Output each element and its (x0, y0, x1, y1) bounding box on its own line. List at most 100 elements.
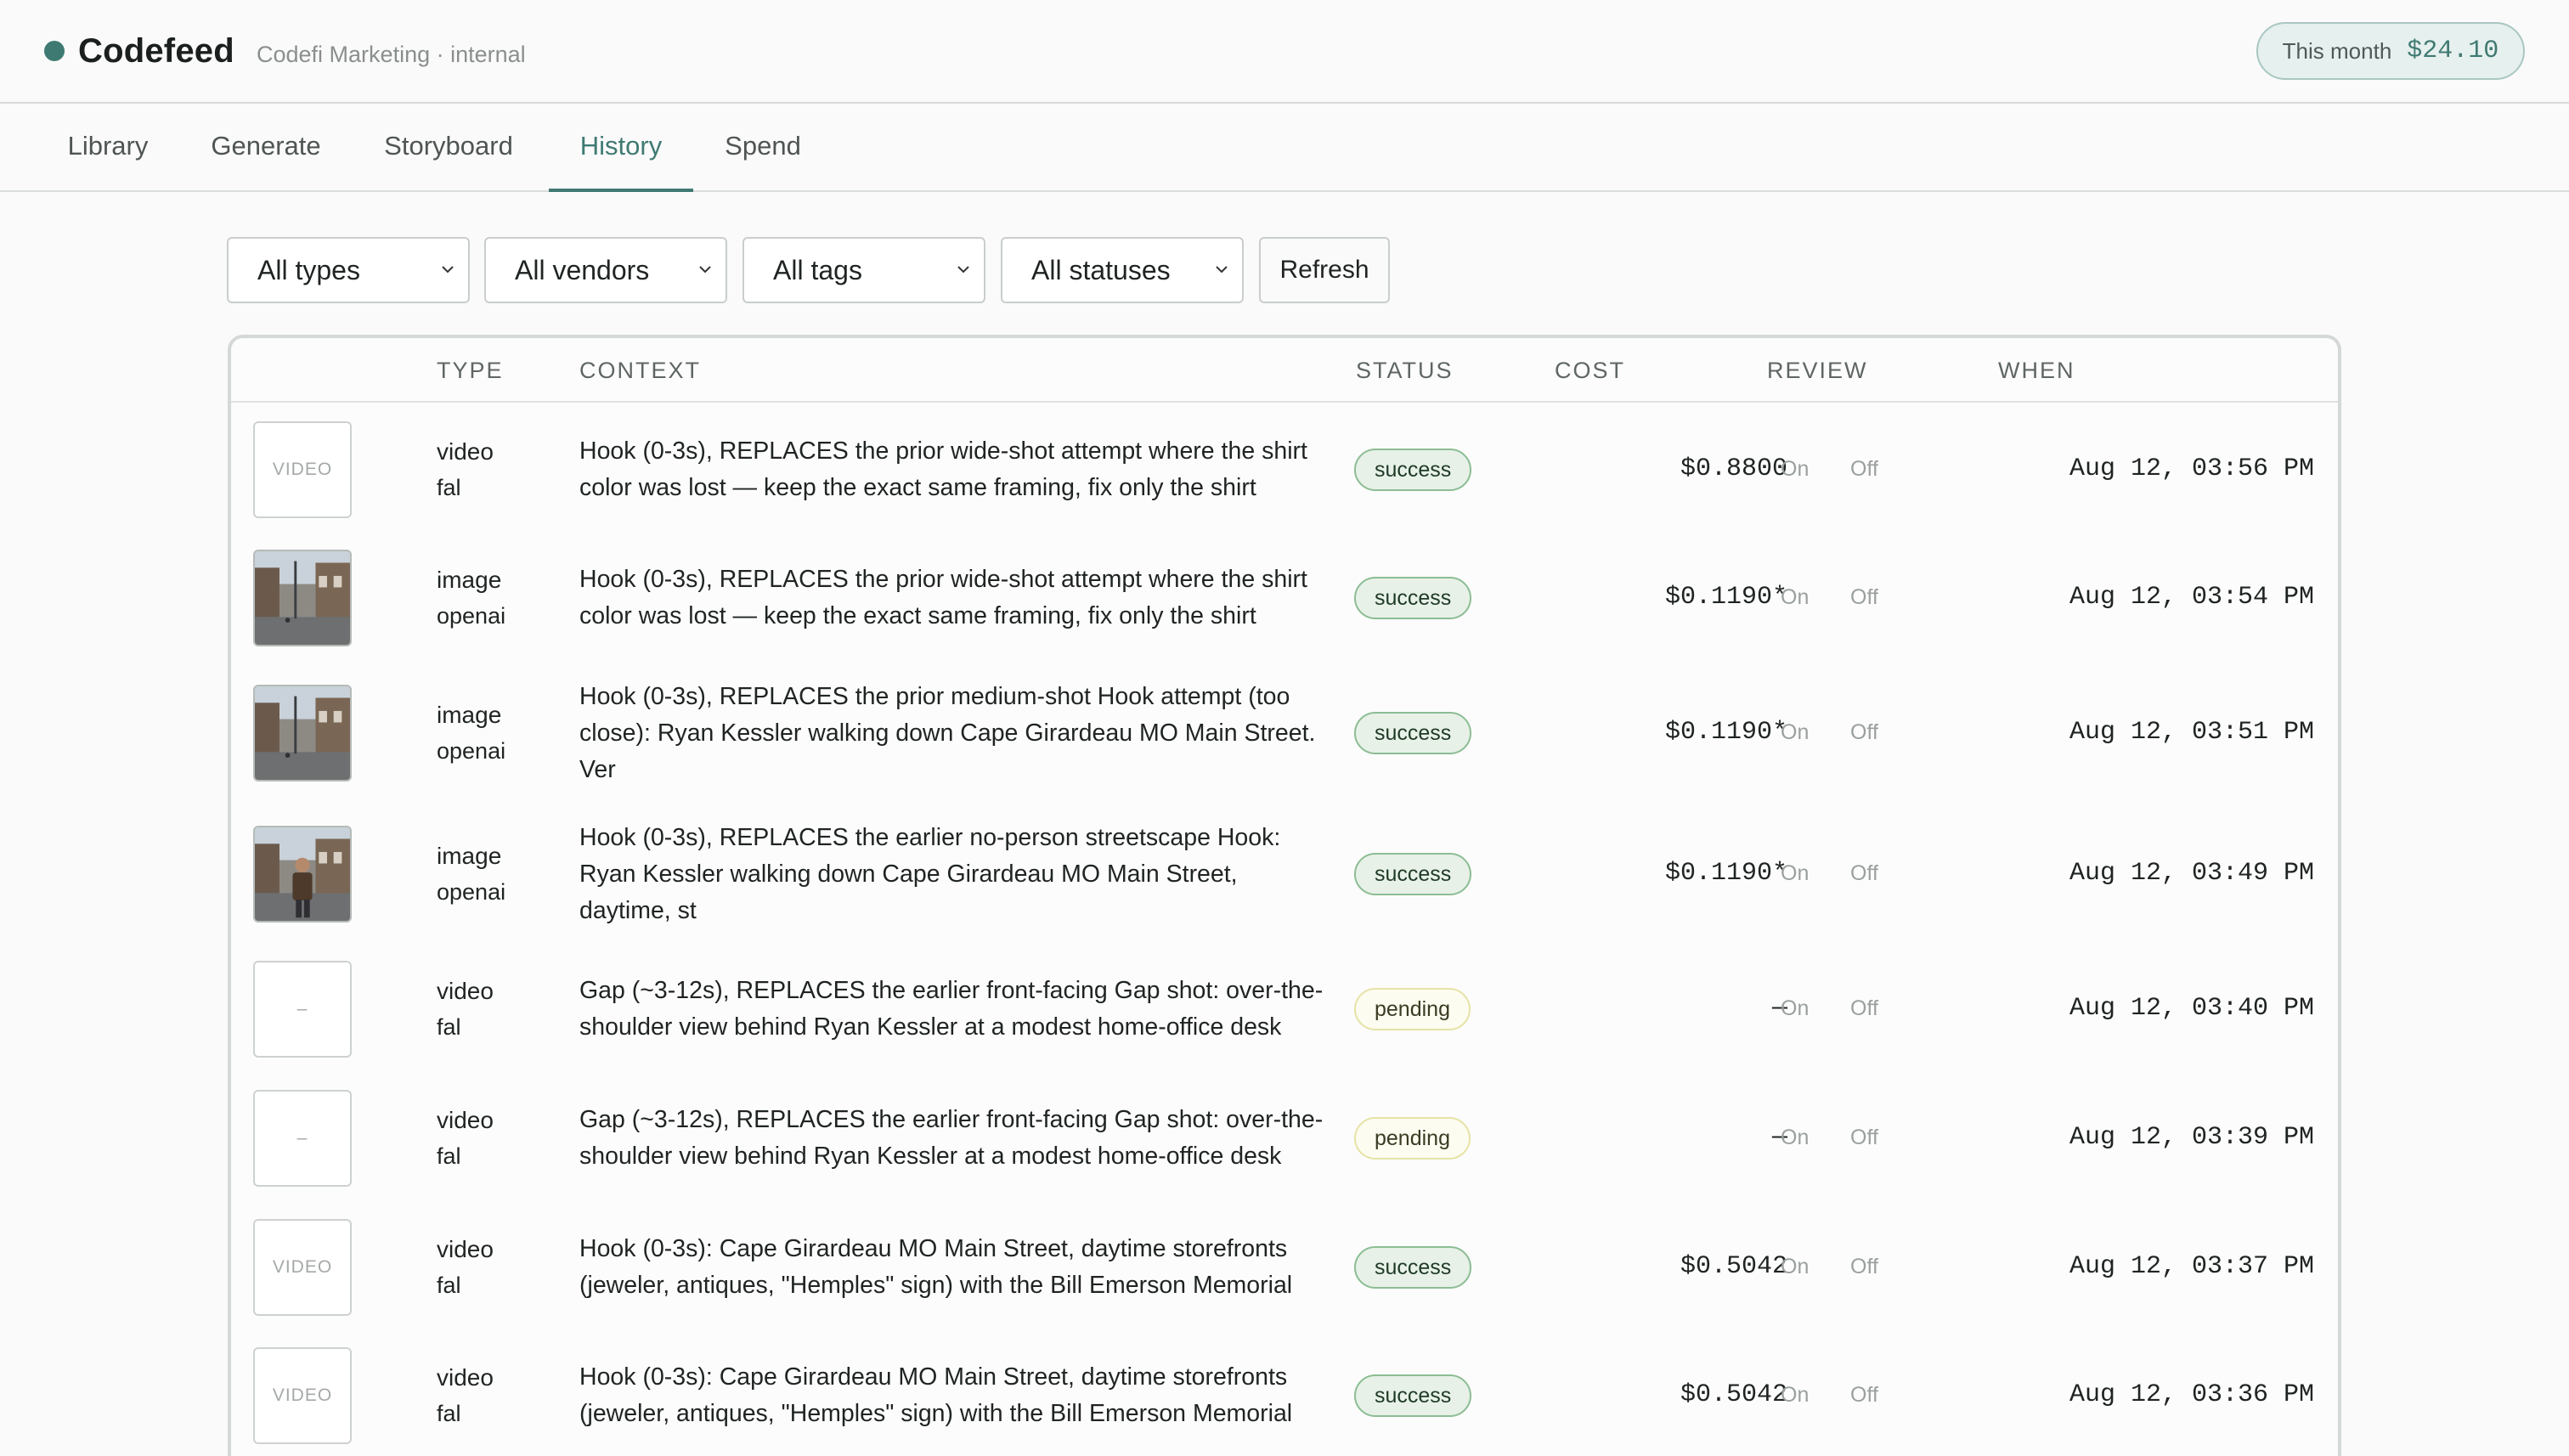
review-off-button[interactable]: Off (1850, 1383, 1878, 1408)
asset-type: image (437, 843, 502, 869)
chevron-down-icon (442, 266, 454, 274)
vendor-name: fal (437, 1401, 461, 1426)
month-spend-badge: This month $24.10 (2256, 22, 2525, 80)
app-name: Codefeed (78, 32, 234, 70)
column-status: STATUS (1356, 358, 1454, 383)
review-off-button[interactable]: Off (1850, 585, 1878, 610)
thumbnail-label: – (296, 999, 308, 1019)
review-off-button[interactable]: Off (1850, 996, 1878, 1021)
status-badge: success (1354, 1374, 1472, 1417)
review-on-button[interactable]: On (1781, 1255, 1809, 1279)
chevron-down-icon (1216, 266, 1228, 274)
status-filter-value: All statuses (1031, 255, 1171, 285)
asset-type: video (437, 1236, 494, 1262)
cost-value: — (1771, 1123, 1787, 1152)
asset-type: image (437, 702, 502, 728)
cost-value: $0.1190* (1664, 583, 1787, 612)
asset-type: video (437, 1364, 494, 1391)
column-when: WHEN (1998, 358, 2075, 383)
context-text: Hook (0-3s), REPLACES the prior wide-sho… (579, 437, 1307, 501)
cost-value: $0.5042 (1680, 1380, 1787, 1409)
type-cell: image openai (437, 697, 505, 769)
timestamp: Aug 12, 03:49 PM (2069, 859, 2314, 888)
thumbnail-label: VIDEO (272, 460, 333, 479)
type-cell: image openai (437, 562, 505, 634)
review-off-button[interactable]: Off (1850, 457, 1878, 482)
context-text: Gap (~3-12s), REPLACES the earlier front… (579, 977, 1324, 1041)
review-on-button[interactable]: On (1781, 457, 1809, 482)
thumbnail-image[interactable] (253, 685, 352, 782)
status-badge: success (1354, 712, 1472, 754)
thumbnail-image[interactable] (253, 826, 352, 923)
status-badge: success (1354, 853, 1472, 895)
review-on-button[interactable]: On (1781, 1126, 1809, 1150)
cost-value: $0.5042 (1680, 1252, 1787, 1281)
type-cell: image openai (437, 838, 505, 910)
vendor-name: fal (437, 1273, 461, 1298)
history-table: TYPE CONTEXT STATUS COST REVIEW WHEN VID… (228, 335, 2341, 1456)
tab-spend[interactable]: Spend (712, 104, 814, 192)
vendor-filter-select[interactable]: All vendors (484, 237, 727, 303)
review-on-button[interactable]: On (1781, 996, 1809, 1021)
review-off-button[interactable]: Off (1850, 861, 1878, 886)
type-cell: video fal (437, 434, 494, 505)
cost-value: $0.8800 (1680, 454, 1787, 483)
workspace-name: Codefi Marketing · internal (257, 42, 526, 67)
tab-generate[interactable]: Generate (199, 104, 333, 192)
thumbnail-placeholder[interactable]: – (253, 961, 352, 1058)
timestamp: Aug 12, 03:51 PM (2069, 718, 2314, 747)
thumbnail-label: – (296, 1128, 308, 1148)
asset-type: image (437, 567, 502, 593)
timestamp: Aug 12, 03:39 PM (2069, 1123, 2314, 1152)
thumbnail-placeholder[interactable]: – (253, 1090, 352, 1187)
review-off-button[interactable]: Off (1850, 1126, 1878, 1150)
tab-history[interactable]: History (549, 104, 693, 192)
column-cost: COST (1555, 358, 1626, 383)
asset-type: video (437, 438, 494, 465)
timestamp: Aug 12, 03:36 PM (2069, 1380, 2314, 1409)
vendor-name: fal (437, 475, 461, 500)
status-badge: success (1354, 1246, 1472, 1289)
vendor-name: openai (437, 738, 506, 764)
cost-value: $0.1190* (1664, 718, 1787, 747)
vendor-name: openai (437, 603, 506, 629)
cost-value: $0.1190* (1664, 859, 1787, 888)
main-tabs: Library Generate Storyboard History Spen… (0, 104, 2569, 192)
column-context: CONTEXT (579, 358, 702, 383)
tab-storyboard[interactable]: Storyboard (369, 104, 528, 192)
review-off-button[interactable]: Off (1850, 1255, 1878, 1279)
brand-dot-icon (44, 41, 65, 61)
review-off-button[interactable]: Off (1850, 720, 1878, 745)
review-on-button[interactable]: On (1781, 585, 1809, 610)
timestamp: Aug 12, 03:40 PM (2069, 994, 2314, 1023)
type-cell: video fal (437, 1232, 494, 1303)
thumbnail-placeholder[interactable]: VIDEO (253, 1219, 352, 1316)
table-header: TYPE CONTEXT STATUS COST REVIEW WHEN (231, 338, 2338, 403)
status-filter-select[interactable]: All statuses (1001, 237, 1244, 303)
review-on-button[interactable]: On (1781, 861, 1809, 886)
type-cell: video fal (437, 1103, 494, 1174)
tag-filter-select[interactable]: All tags (742, 237, 985, 303)
type-filter-value: All types (257, 255, 360, 285)
context-text: Hook (0-3s), REPLACES the earlier no-per… (579, 823, 1281, 924)
vendor-filter-value: All vendors (515, 255, 650, 285)
thumbnail-placeholder[interactable]: VIDEO (253, 421, 352, 518)
type-filter-select[interactable]: All types (227, 237, 470, 303)
chevron-down-icon (699, 266, 711, 274)
tab-library[interactable]: Library (51, 104, 165, 192)
review-on-button[interactable]: On (1781, 720, 1809, 745)
review-on-button[interactable]: On (1781, 1383, 1809, 1408)
context-text: Gap (~3-12s), REPLACES the earlier front… (579, 1106, 1324, 1170)
vendor-name: fal (437, 1143, 461, 1169)
cost-value: — (1771, 994, 1787, 1023)
refresh-button[interactable]: Refresh (1259, 237, 1390, 303)
thumbnail-image[interactable] (253, 550, 352, 646)
context-text: Hook (0-3s): Cape Girardeau MO Main Stre… (579, 1363, 1293, 1427)
chevron-down-icon (957, 266, 969, 274)
timestamp: Aug 12, 03:54 PM (2069, 583, 2314, 612)
vendor-name: openai (437, 879, 506, 905)
context-text: Hook (0-3s), REPLACES the prior medium-s… (579, 682, 1316, 783)
status-badge: success (1354, 577, 1472, 619)
asset-type: video (437, 978, 494, 1004)
thumbnail-placeholder[interactable]: VIDEO (253, 1347, 352, 1444)
